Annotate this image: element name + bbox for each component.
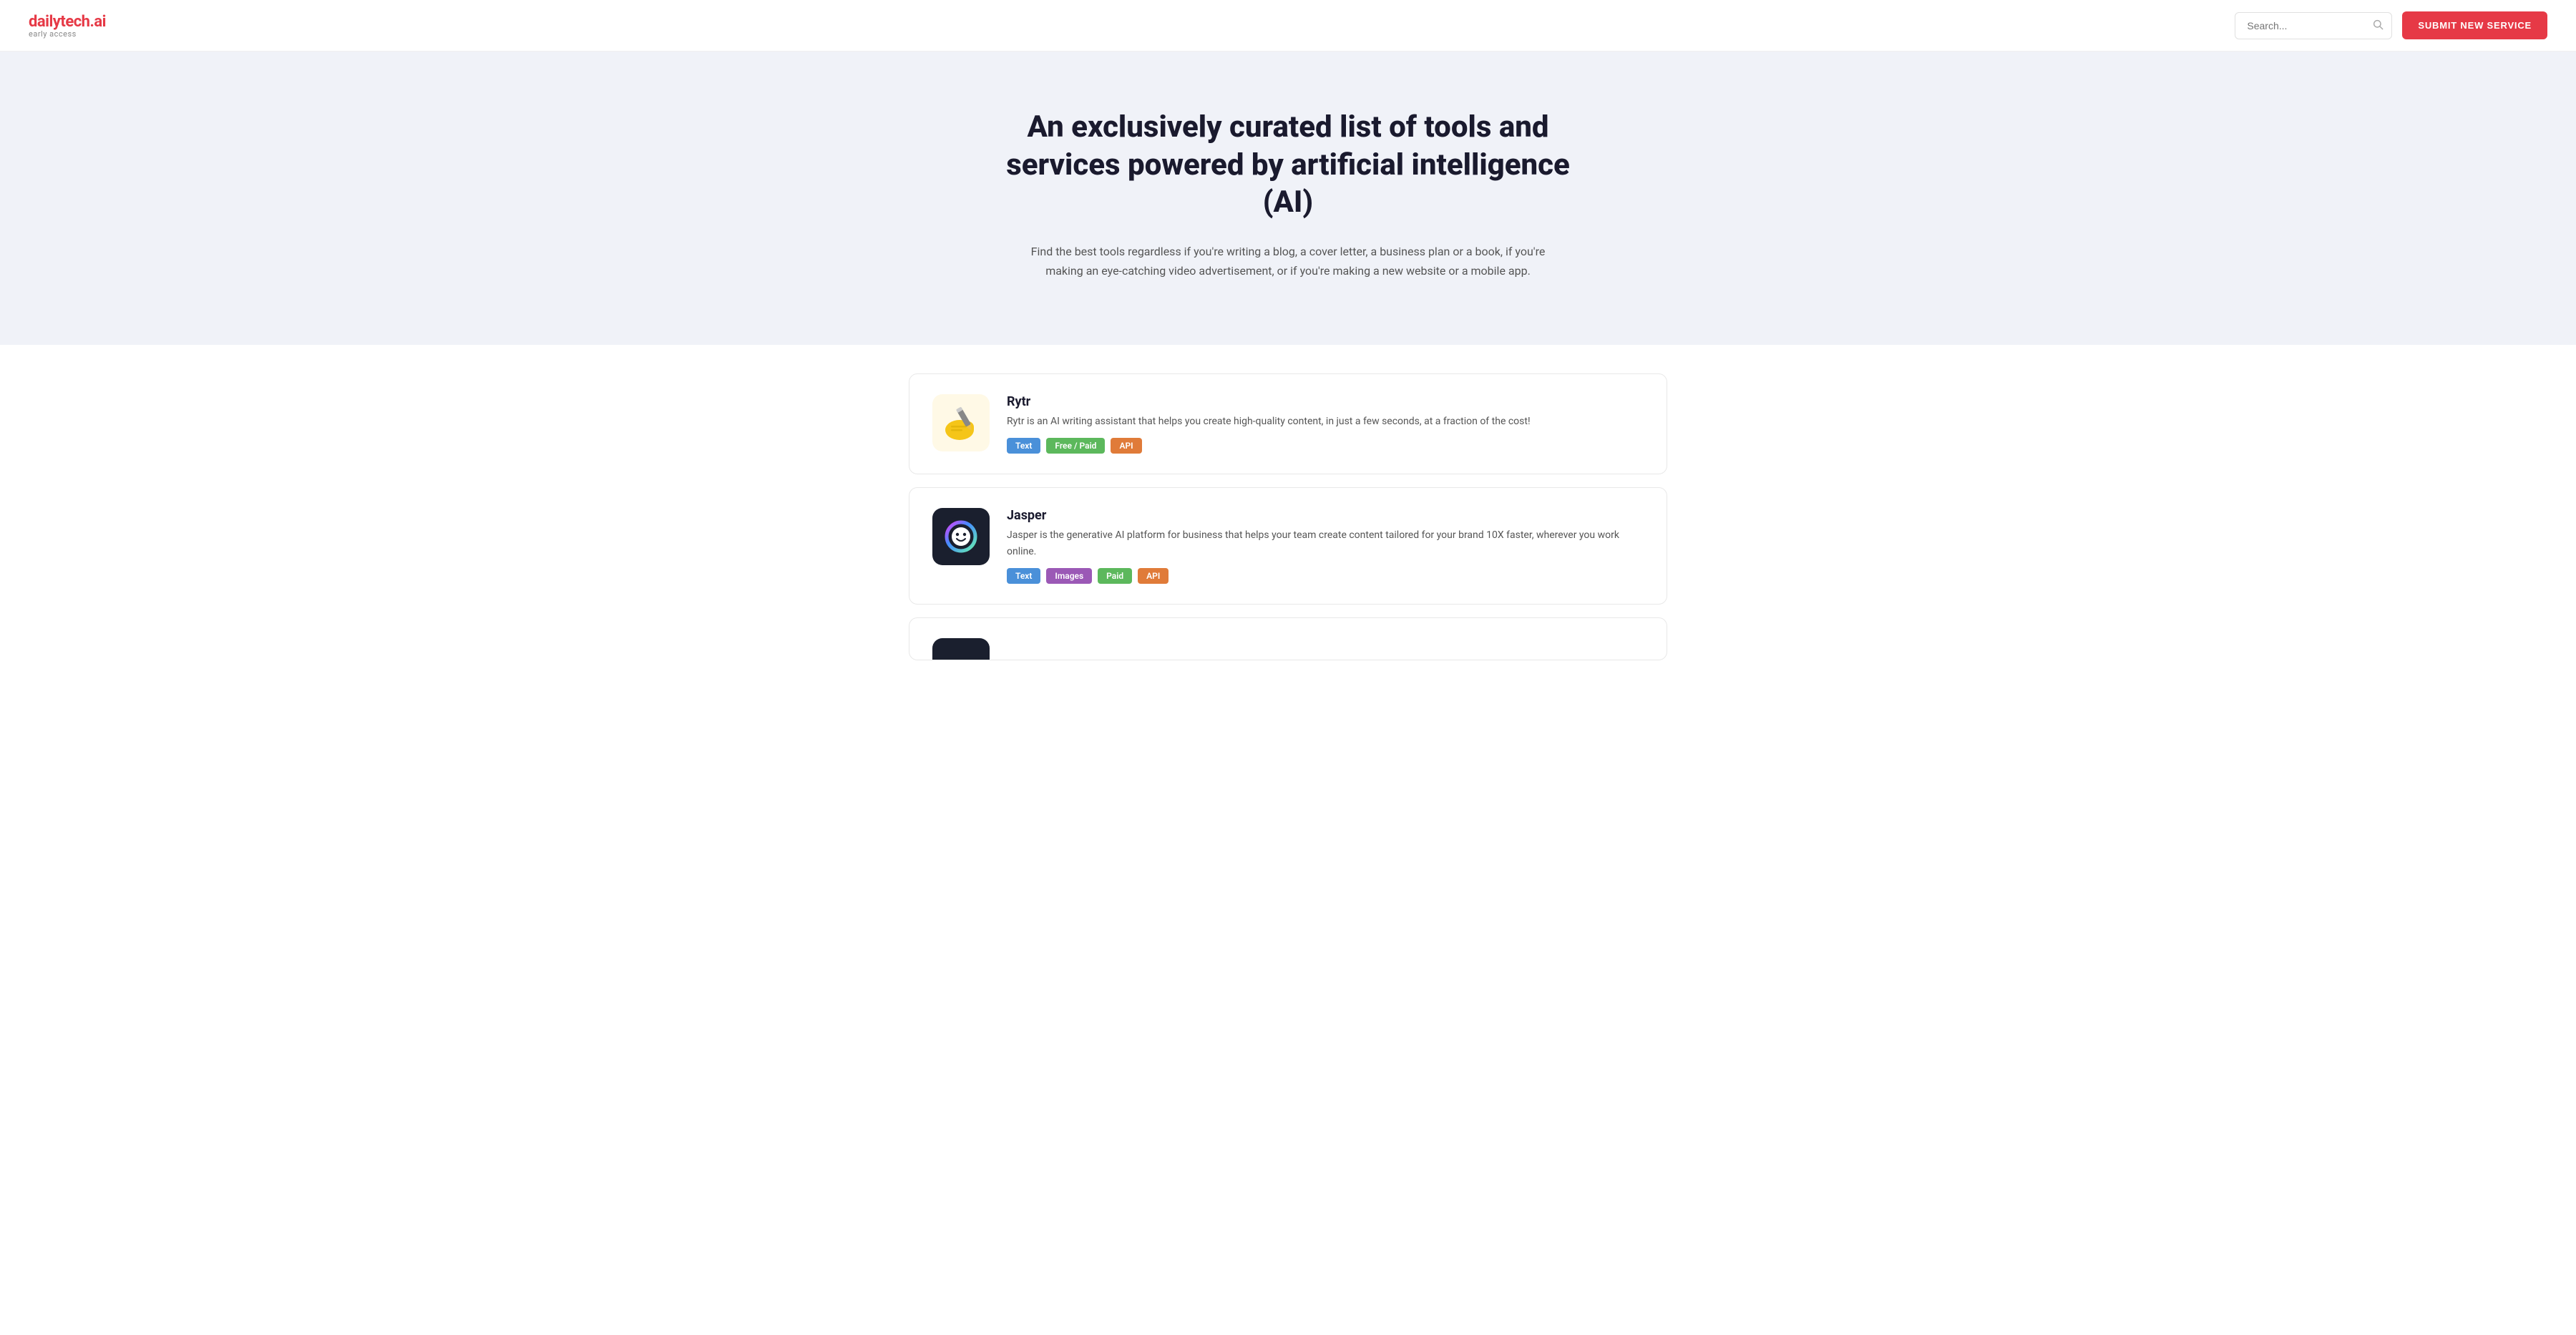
tool-card-rytr[interactable]: Rytr Rytr is an AI writing assistant tha… (909, 373, 1667, 474)
logo[interactable]: dailytech.ai early access (29, 13, 106, 39)
tool-logo-partial (932, 638, 990, 660)
tags-rytr: Text Free / Paid API (1007, 438, 1644, 454)
tags-jasper: Text Images Paid API (1007, 568, 1644, 584)
tool-info-rytr: Rytr Rytr is an AI writing assistant tha… (1007, 394, 1644, 454)
search-input[interactable] (2235, 12, 2392, 39)
tag-api-jasper[interactable]: API (1138, 568, 1169, 584)
tool-logo-rytr (932, 394, 990, 451)
logo-text: dailytech.ai (29, 13, 106, 31)
tag-images-jasper[interactable]: Images (1046, 568, 1092, 584)
submit-new-service-button[interactable]: SUBMIT NEW SERVICE (2402, 11, 2547, 39)
tool-desc-rytr: Rytr is an AI writing assistant that hel… (1007, 414, 1644, 429)
search-wrap (2235, 12, 2392, 39)
tool-logo-jasper (932, 508, 990, 565)
logo-brand: dailytech (29, 13, 90, 31)
tool-name-rytr: Rytr (1007, 394, 1644, 409)
header-right: SUBMIT NEW SERVICE (2235, 11, 2547, 39)
tool-card-partial[interactable] (909, 617, 1667, 660)
logo-accent: .ai (90, 13, 106, 31)
tool-desc-jasper: Jasper is the generative AI platform for… (1007, 527, 1644, 559)
tool-name-jasper: Jasper (1007, 508, 1644, 523)
hero-description: Find the best tools regardless if you're… (1016, 242, 1560, 280)
tools-list: Rytr Rytr is an AI writing assistant tha… (909, 373, 1667, 660)
tag-text-rytr[interactable]: Text (1007, 438, 1040, 454)
logo-sub: early access (29, 29, 77, 39)
tool-card-jasper[interactable]: Jasper Jasper is the generative AI platf… (909, 487, 1667, 605)
hero-title: An exclusively curated list of tools and… (980, 109, 1596, 222)
tag-text-jasper[interactable]: Text (1007, 568, 1040, 584)
tools-section: Rytr Rytr is an AI writing assistant tha… (0, 345, 2576, 703)
header: dailytech.ai early access SUBMIT NEW SER… (0, 0, 2576, 52)
hero-section: An exclusively curated list of tools and… (0, 52, 2576, 345)
tag-free-paid-rytr[interactable]: Free / Paid (1046, 438, 1105, 454)
tool-info-jasper: Jasper Jasper is the generative AI platf… (1007, 508, 1644, 584)
tag-paid-jasper[interactable]: Paid (1098, 568, 1132, 584)
tag-api-rytr[interactable]: API (1111, 438, 1141, 454)
